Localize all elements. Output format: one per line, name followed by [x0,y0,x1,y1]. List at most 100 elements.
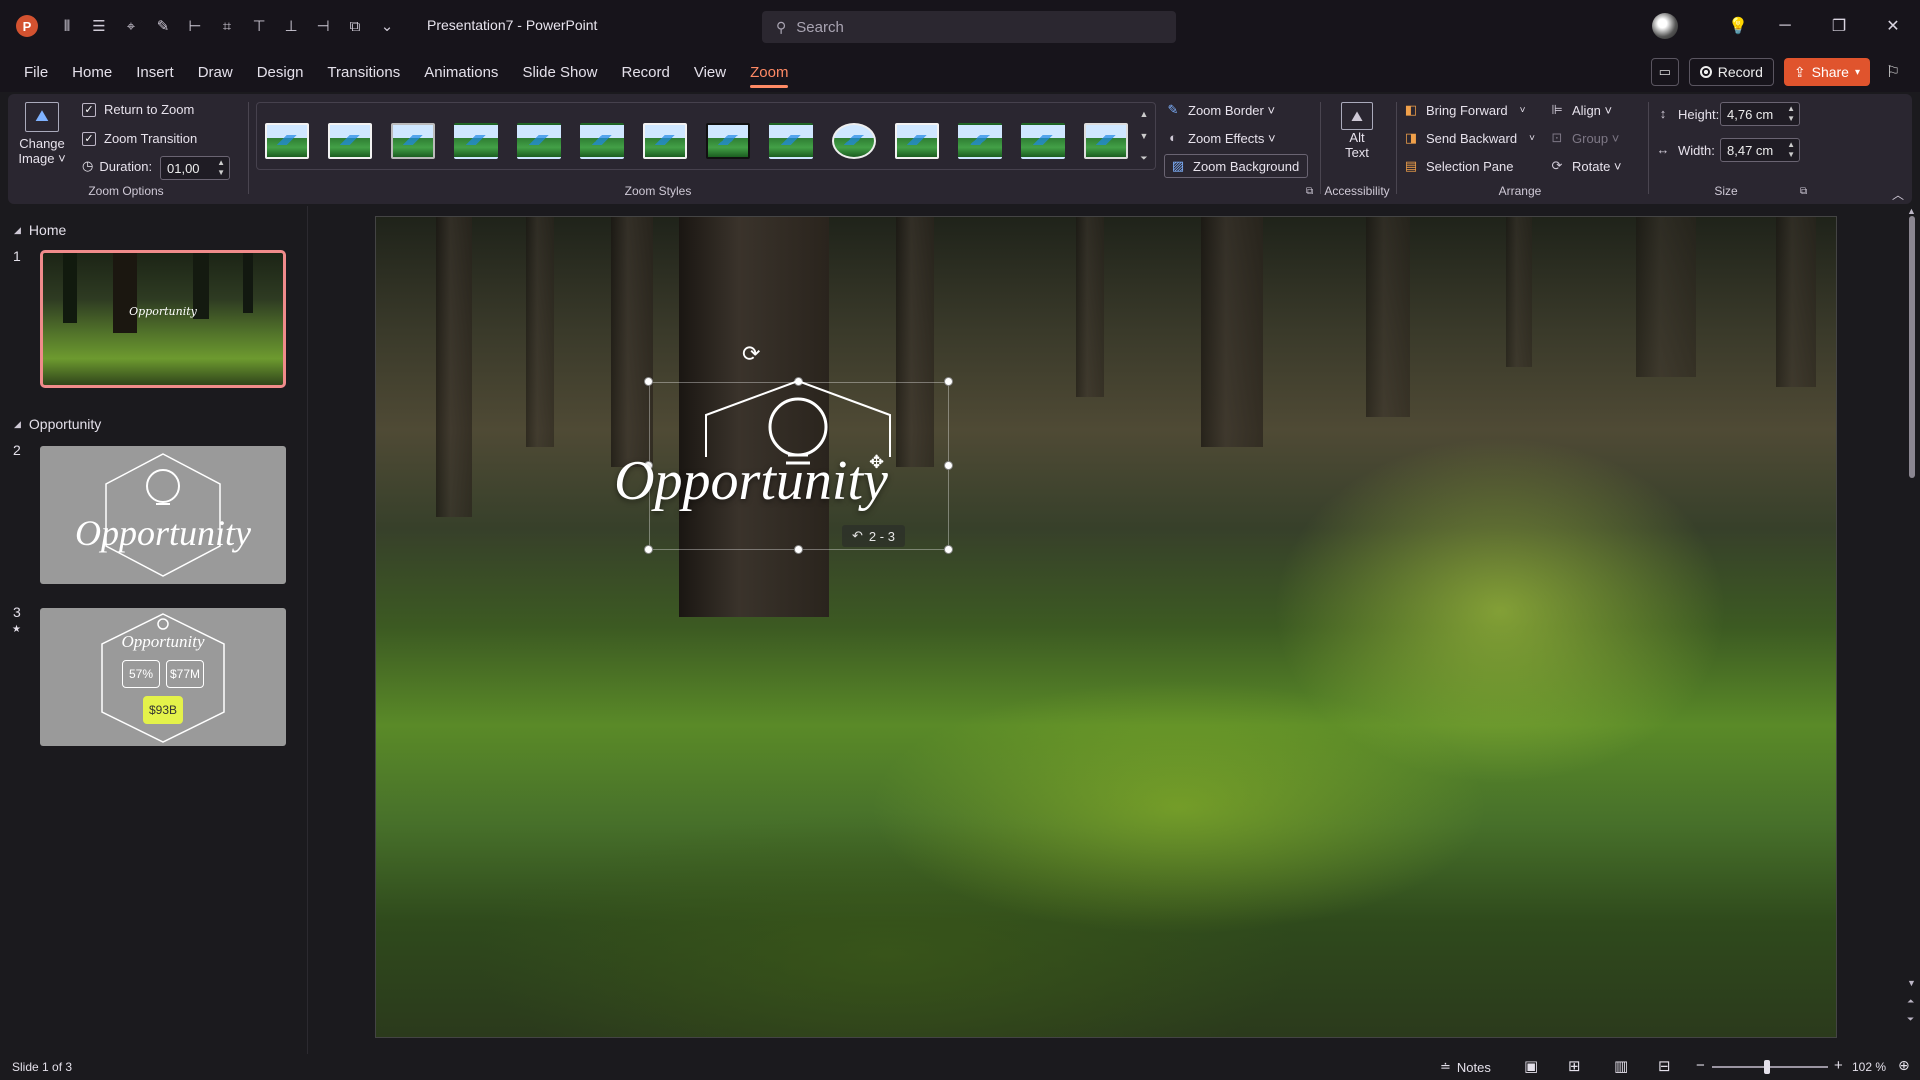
lightbulb-icon[interactable]: 💡 [1718,16,1758,36]
scroll-up-icon[interactable]: ▲ [1907,206,1916,216]
gallery-more-icon[interactable]: ⏷ [1137,149,1151,167]
zoom-slider[interactable] [1712,1066,1828,1068]
next-slide-icon[interactable]: ⏷ [1907,1014,1914,1025]
tab-draw[interactable]: Draw [186,52,245,92]
notes-button[interactable]: ≐ Notes [1440,1059,1491,1075]
align-left-icon[interactable]: ⊢ [184,15,206,37]
customize-qat-icon[interactable]: ⌄ [376,15,398,37]
zoom-effects-button[interactable]: ◐ Zoom Effects ˅ [1164,126,1275,150]
avatar[interactable] [1652,13,1678,39]
zoom-transition-checkbox[interactable]: ✓ Zoom Transition [82,131,197,146]
zoom-style-thumbnail[interactable] [958,123,1002,159]
tab-record[interactable]: Record [609,52,681,92]
resize-handle[interactable] [644,545,653,554]
tab-animations[interactable]: Animations [412,52,510,92]
spinner-arrows-icon[interactable]: ▲ ▼ [1787,140,1795,160]
minimize-icon[interactable]: ─ [1758,17,1812,35]
resize-handle[interactable] [644,377,653,386]
zoom-in-icon[interactable]: + [1834,1057,1843,1074]
tab-transitions[interactable]: Transitions [315,52,412,92]
vertical-scrollbar[interactable]: ▲ ▼ ⏶ ⏷ [1904,206,1920,1054]
rotate-button[interactable]: ⟳ Rotate ˅ [1548,154,1622,178]
scrollbar-thumb[interactable] [1909,216,1915,478]
height-input[interactable]: 4,76 cm ▲ ▼ [1720,102,1800,126]
resize-handle[interactable] [944,545,953,554]
zoom-style-thumbnail[interactable] [517,123,561,159]
slide-thumbnail-2[interactable]: Opportunity [40,446,286,584]
zoom-style-thumbnail[interactable] [706,123,750,159]
slide-show-icon[interactable]: ⊟ [1658,1057,1671,1075]
collapse-ribbon-icon[interactable]: ︿ [1892,186,1904,203]
tab-view[interactable]: View [682,52,738,92]
tab-slide-show[interactable]: Slide Show [510,52,609,92]
tab-insert[interactable]: Insert [124,52,186,92]
scroll-down-icon[interactable]: ▼ [1907,978,1916,988]
group-button[interactable]: ⊡ Group ˅ [1548,126,1620,150]
align-top-icon[interactable]: ⊤ [248,15,270,37]
bring-forward-button[interactable]: ◧ Bring Forward ˅ [1402,98,1526,122]
crop-icon[interactable]: ⌗ [216,15,238,37]
change-image-button[interactable]: ⛰ Change Image ˅ [18,102,66,166]
zoom-style-thumbnail[interactable] [1021,123,1065,159]
previous-slide-icon[interactable]: ⏶ [1907,996,1914,1007]
chevron-down-icon[interactable]: ˅ [1529,133,1535,144]
return-to-zoom-tag[interactable]: ↶ 2 - 3 [842,525,905,547]
alt-text-button[interactable]: ⛰ Alt Text [1332,102,1382,160]
zoom-style-thumbnail[interactable] [580,123,624,159]
align-button[interactable]: ⊫ Align ˅ [1548,98,1612,122]
coauthor-icon[interactable]: ⚐ [1880,62,1906,82]
zoom-style-thumbnail[interactable] [1084,123,1128,159]
close-icon[interactable]: ✕ [1866,16,1920,36]
collapse-triangle-icon[interactable]: ◢ [14,419,21,430]
gallery-up-icon[interactable]: ▲ [1137,105,1151,123]
zoom-background-button[interactable]: ▨ Zoom Background [1164,154,1309,178]
resize-handle[interactable] [944,461,953,470]
slide-sorter-icon[interactable]: ⊞ [1568,1057,1581,1075]
reading-view-icon[interactable]: ▥ [1614,1057,1628,1075]
zoom-slider-knob[interactable] [1764,1060,1770,1074]
section-opportunity[interactable]: ◢ Opportunity [14,416,101,432]
tab-file[interactable]: File [12,52,60,92]
align-right-icon[interactable]: ⊣ [312,15,334,37]
zoom-style-thumbnail[interactable] [328,123,372,159]
duration-input[interactable]: 01,00 ▲ ▼ [160,156,230,180]
return-to-zoom-checkbox[interactable]: ✓ Return to Zoom [82,102,194,117]
distribute-horizontally-icon[interactable]: ⫴ [56,15,78,37]
slide-thumbnail-1[interactable]: Opportunity [40,250,286,388]
restore-icon[interactable]: ❐ [1812,16,1866,36]
format-painter-icon[interactable]: ✎ [152,15,174,37]
tab-design[interactable]: Design [245,52,316,92]
zoom-style-thumbnail[interactable] [832,123,876,159]
zoom-border-button[interactable]: ✎ Zoom Border ˅ [1164,98,1276,122]
spinner-arrows-icon[interactable]: ▲ ▼ [1787,104,1795,124]
rotate-handle-icon[interactable]: ⟳ [742,341,760,367]
tab-zoom[interactable]: Zoom [738,52,800,92]
send-backward-button[interactable]: ◨ Send Backward ˅ [1402,126,1535,150]
share-button[interactable]: ⇪ Share ▾ [1783,58,1870,86]
zoom-style-thumbnail[interactable] [265,123,309,159]
comments-icon[interactable]: ▭ [1650,58,1679,86]
spinner-arrows-icon[interactable]: ▲ ▼ [217,158,225,178]
zoom-style-thumbnail[interactable] [454,123,498,159]
align-center-icon[interactable]: ☰ [88,15,110,37]
zoom-style-thumbnail[interactable] [895,123,939,159]
align-middle-icon[interactable]: ⌖ [120,15,142,37]
zoom-out-icon[interactable]: − [1696,1057,1705,1074]
resize-handle[interactable] [944,377,953,386]
slide-thumbnail-3[interactable]: Opportunity 57% $77M $93B [40,608,286,746]
record-button[interactable]: Record [1688,58,1774,86]
arrange-icon[interactable]: ⧉ [344,15,366,37]
zoom-styles-launcher-icon[interactable]: ⧉ [1306,186,1313,197]
slide-canvas[interactable]: ⟳ Opportunity ↶ 2 - 3 ✥ [375,216,1837,1038]
chevron-down-icon[interactable]: ˅ [1520,105,1526,116]
normal-view-icon[interactable]: ▣ [1524,1057,1538,1075]
search-box[interactable]: ⚲ Search [762,11,1176,43]
size-launcher-icon[interactable]: ⧉ [1800,186,1807,197]
fit-to-window-icon[interactable]: ⊕ [1898,1057,1910,1074]
collapse-triangle-icon[interactable]: ◢ [14,225,21,236]
width-input[interactable]: 8,47 cm ▲ ▼ [1720,138,1800,162]
gallery-down-icon[interactable]: ▼ [1137,127,1151,145]
align-bottom-icon[interactable]: ⊥ [280,15,302,37]
zoom-style-thumbnail[interactable] [769,123,813,159]
tab-home[interactable]: Home [60,52,124,92]
